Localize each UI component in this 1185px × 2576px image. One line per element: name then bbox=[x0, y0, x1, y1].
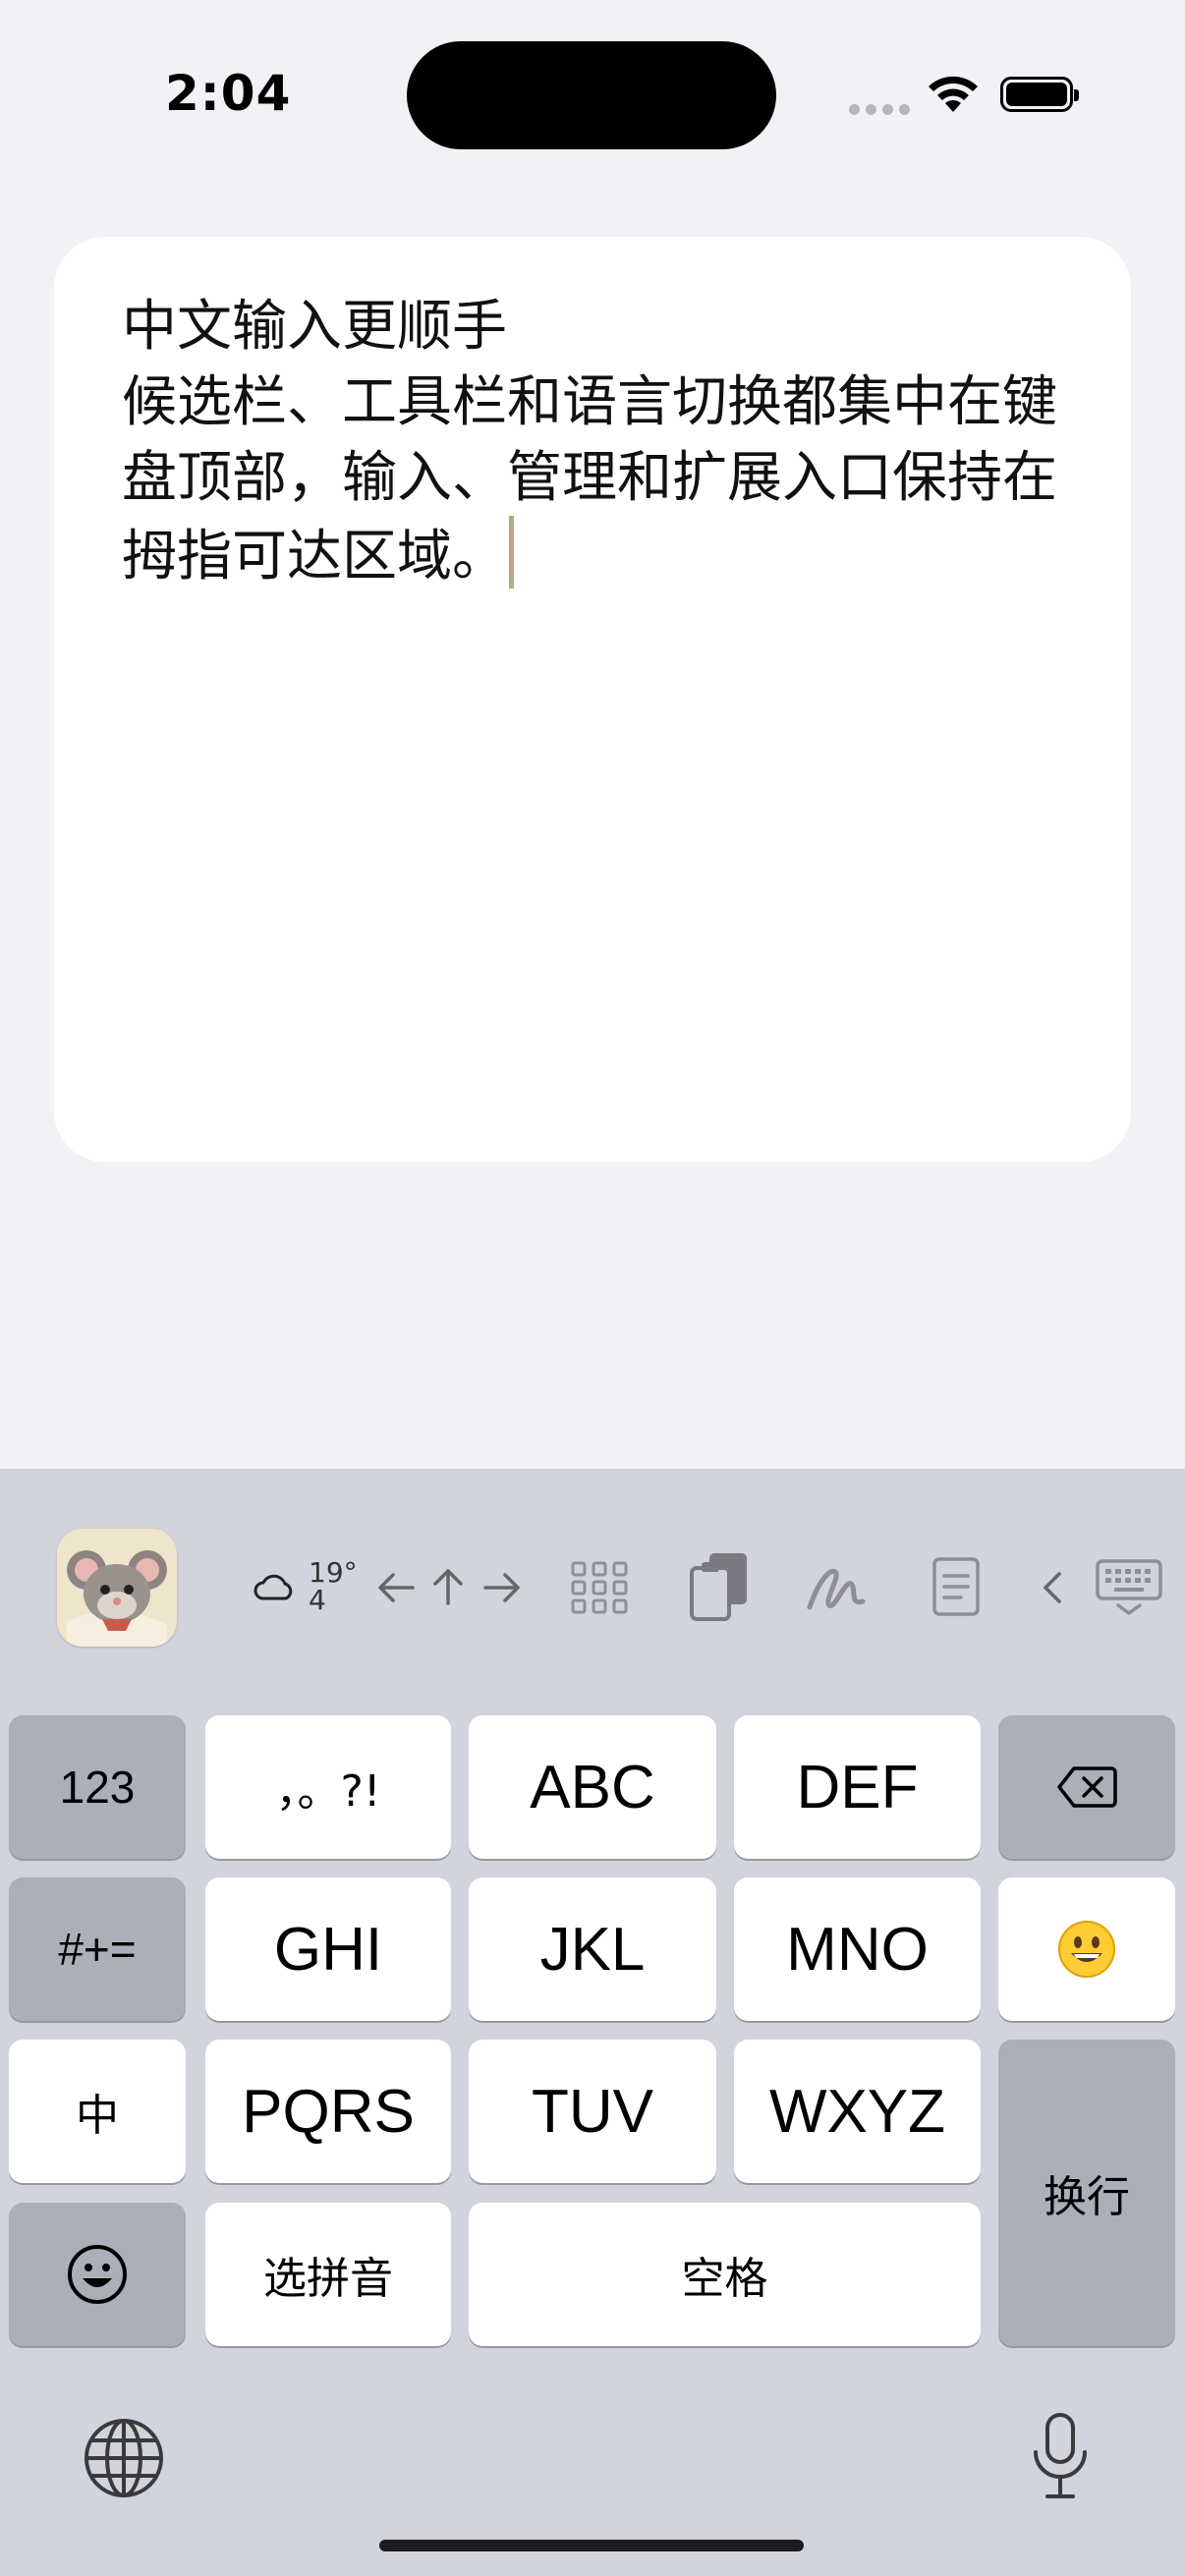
clipboard-icon[interactable] bbox=[688, 1550, 751, 1623]
key-newline[interactable]: 换行 bbox=[998, 2040, 1175, 2346]
arrow-right-icon[interactable] bbox=[481, 1568, 523, 1607]
key-mno[interactable]: MNO bbox=[734, 1877, 981, 2021]
key-ghi[interactable]: GHI bbox=[205, 1877, 451, 2021]
keyboard bbox=[0, 1469, 1185, 2576]
wifi-icon bbox=[929, 76, 978, 112]
status-time: 2:04 bbox=[165, 65, 292, 122]
notes-icon[interactable] bbox=[931, 1556, 981, 1617]
mascot-icon[interactable] bbox=[57, 1529, 177, 1647]
keyboard-dismiss-icon[interactable] bbox=[1095, 1558, 1163, 1617]
weather-sub: 4 bbox=[309, 1584, 326, 1616]
key-select-pinyin[interactable]: 选拼音 bbox=[205, 2203, 451, 2346]
key-tuv[interactable]: TUV bbox=[469, 2040, 716, 2183]
signal-dots-icon bbox=[849, 104, 910, 115]
key-emoji-suggestion[interactable] bbox=[998, 1877, 1175, 2021]
home-indicator bbox=[379, 2540, 804, 2551]
text-editor-content[interactable]: 中文输入更顺手 候选栏、工具栏和语言切换都集中在键盘顶部，输入、管理和扩展入口保… bbox=[122, 289, 1065, 594]
backspace-icon bbox=[1057, 1766, 1117, 1808]
key-emoji[interactable] bbox=[9, 2203, 186, 2346]
key-zh-mode[interactable]: 中 bbox=[9, 2040, 186, 2183]
key-space[interactable]: 空格 bbox=[469, 2203, 981, 2346]
editor-text: 中文输入更顺手 候选栏、工具栏和语言切换都集中在键盘顶部，输入、管理和扩展入口保… bbox=[122, 295, 1057, 588]
weather-widget[interactable]: 19° 4 bbox=[254, 1558, 358, 1617]
key-backspace[interactable] bbox=[998, 1715, 1175, 1859]
key-123[interactable]: 123 bbox=[9, 1715, 186, 1859]
handwriting-icon[interactable] bbox=[804, 1562, 869, 1615]
dynamic-island bbox=[407, 41, 776, 149]
key-symbols[interactable]: #+= bbox=[9, 1877, 186, 2021]
key-def[interactable]: DEF bbox=[734, 1715, 981, 1859]
microphone-icon[interactable] bbox=[1026, 2411, 1095, 2501]
cloud-icon bbox=[254, 1574, 293, 1600]
grinning-face-emoji-icon bbox=[1058, 1921, 1115, 1978]
emoji-face-icon bbox=[68, 2245, 127, 2304]
arrow-left-icon[interactable] bbox=[375, 1568, 417, 1607]
key-punctuation[interactable]: ，。?! bbox=[205, 1715, 451, 1859]
key-abc[interactable]: ABC bbox=[469, 1715, 716, 1859]
arrow-up-icon[interactable] bbox=[428, 1566, 468, 1607]
grid-icon[interactable] bbox=[570, 1560, 629, 1615]
chevron-left-icon[interactable] bbox=[1040, 1570, 1065, 1605]
text-caret bbox=[509, 516, 514, 588]
key-wxyz[interactable]: WXYZ bbox=[734, 2040, 981, 2183]
key-jkl[interactable]: JKL bbox=[469, 1877, 716, 2021]
battery-icon bbox=[1000, 77, 1079, 112]
globe-icon[interactable] bbox=[83, 2417, 165, 2499]
key-pqrs[interactable]: PQRS bbox=[205, 2040, 451, 2183]
